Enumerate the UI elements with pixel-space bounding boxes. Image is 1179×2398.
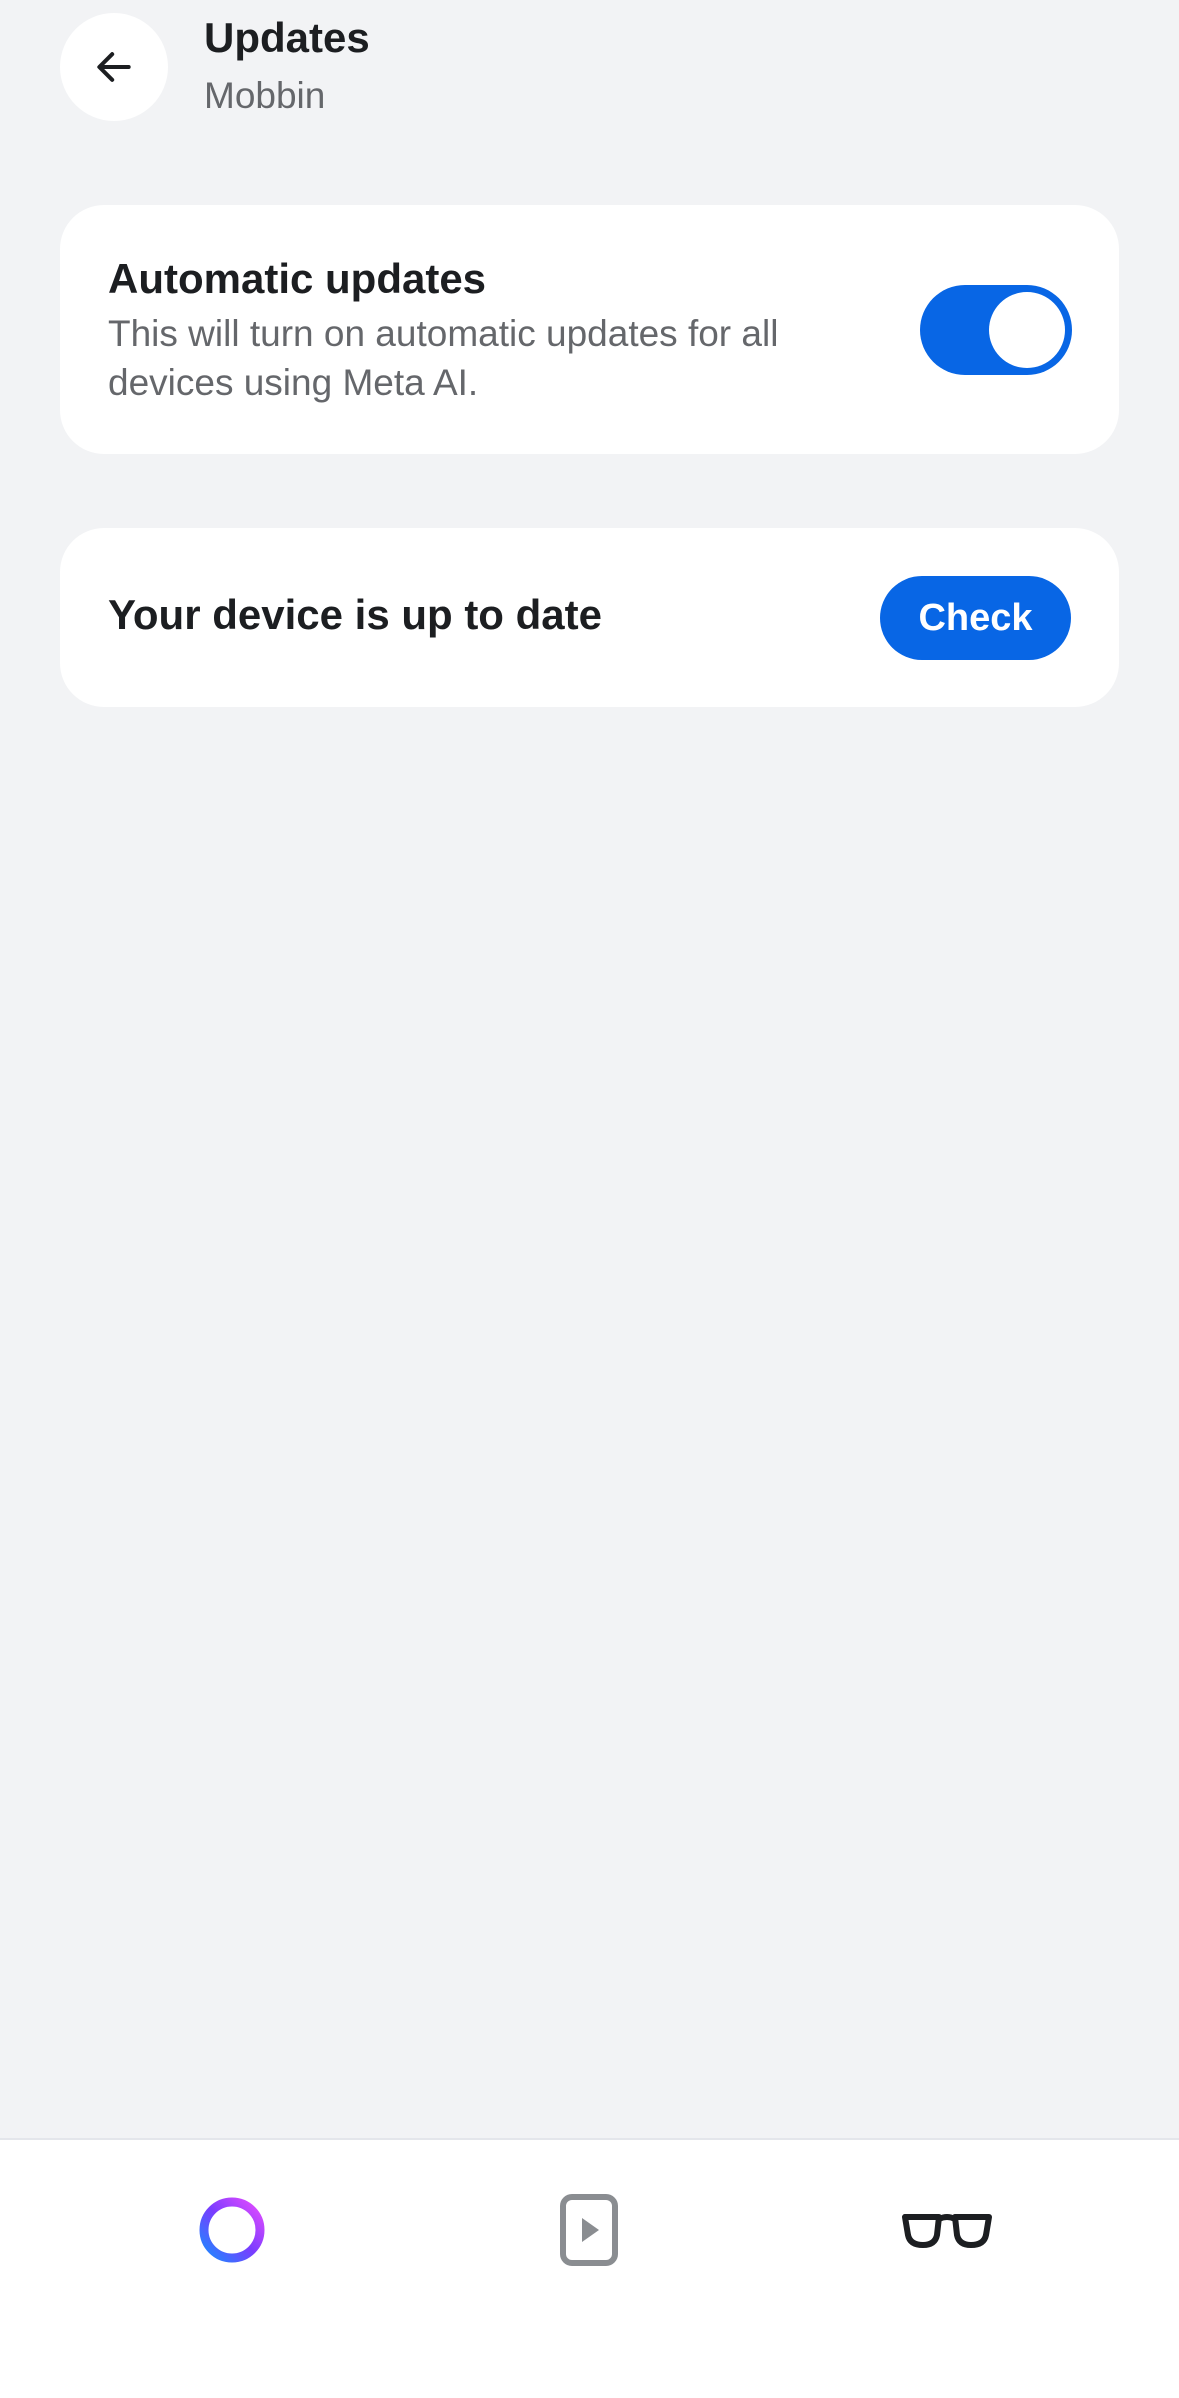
automatic-updates-description: This will turn on automatic updates for … xyxy=(108,313,779,403)
nav-item-meta-ai[interactable] xyxy=(172,2180,292,2280)
check-button[interactable]: Check xyxy=(880,576,1071,660)
device-status-card: Your device is up to date Check xyxy=(60,528,1119,707)
top-bar: Updates Mobbin xyxy=(0,0,1179,140)
meta-ai-ring-icon xyxy=(199,2197,265,2263)
arrow-left-icon xyxy=(97,52,131,82)
page-title: Updates xyxy=(204,14,370,61)
bottom-nav xyxy=(0,2138,1179,2398)
nav-item-devices[interactable] xyxy=(887,2180,1007,2280)
automatic-updates-card: Automatic updates This will turn on auto… xyxy=(60,205,1119,454)
toggle-knob xyxy=(989,292,1065,368)
automatic-updates-title: Automatic updates xyxy=(108,255,487,302)
back-button[interactable] xyxy=(60,13,168,121)
page-subtitle: Mobbin xyxy=(204,75,326,116)
device-status-text: Your device is up to date xyxy=(108,591,602,638)
glasses-icon xyxy=(902,2214,992,2248)
media-play-icon xyxy=(560,2194,618,2266)
automatic-updates-toggle[interactable] xyxy=(920,285,1072,375)
nav-item-media[interactable] xyxy=(529,2180,649,2280)
